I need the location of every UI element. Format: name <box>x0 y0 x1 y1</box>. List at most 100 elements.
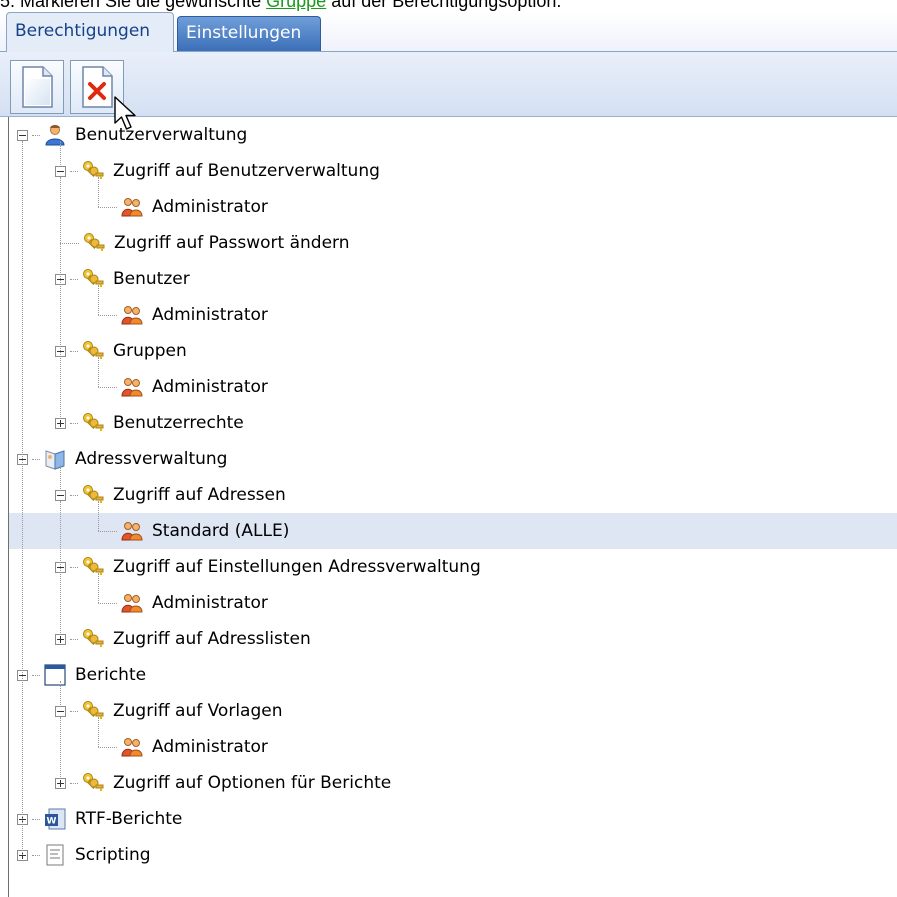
group-icon <box>121 304 143 326</box>
script-icon <box>44 844 66 866</box>
tree-connector <box>70 638 78 640</box>
tree-item-label: Benutzerrechte <box>113 413 244 433</box>
keys-icon <box>82 772 104 794</box>
report-window-icon <box>44 664 66 686</box>
tree-item-label: Administrator <box>152 593 268 613</box>
collapse-icon[interactable] <box>55 705 66 717</box>
tab-strip: Berechtigungen Einstellungen <box>0 12 897 52</box>
tree-item-label: Administrator <box>152 737 268 757</box>
tree-guide-line <box>60 465 61 489</box>
tree-item-label: Zugriff auf Vorlagen <box>113 701 283 721</box>
tree-connector <box>70 170 78 172</box>
expand-icon[interactable] <box>55 633 66 645</box>
keys-icon <box>82 556 104 578</box>
tree-guide-line <box>60 681 61 705</box>
tree-row[interactable]: Administrator <box>9 297 897 333</box>
tree-guide-line <box>22 141 23 855</box>
tree-item-label: Berichte <box>75 665 147 685</box>
tree-guide-line <box>98 285 99 315</box>
tree-connector <box>70 494 78 496</box>
tree-connector <box>98 746 117 748</box>
tree-connector <box>32 674 40 676</box>
tree-connector <box>98 602 117 604</box>
tree-connector <box>32 818 40 820</box>
keys-icon <box>82 628 104 650</box>
tree-row[interactable]: Zugriff auf Benutzerverwaltung <box>9 153 897 189</box>
tree-row[interactable]: Zugriff auf Optionen für Berichte <box>9 765 897 801</box>
keys-icon <box>83 232 105 254</box>
user-admin-icon <box>44 124 66 146</box>
tree-connector <box>98 386 117 388</box>
tree-row[interactable]: Benutzer <box>9 261 897 297</box>
tree-row[interactable]: Scripting <box>9 837 897 873</box>
tree-item-label: Gruppen <box>113 341 187 361</box>
delete-icon <box>82 66 113 108</box>
tree-row[interactable]: Administrator <box>9 729 897 765</box>
new-button[interactable] <box>10 60 64 114</box>
group-icon <box>121 736 143 758</box>
tree-connector <box>32 134 40 136</box>
instruction-link[interactable]: Gruppe <box>266 0 326 11</box>
tree-connector <box>98 206 117 208</box>
tree-row[interactable]: Gruppen <box>9 333 897 369</box>
tree-item-label: Zugriff auf Einstellungen Adressverwaltu… <box>113 557 481 577</box>
keys-icon <box>82 268 104 290</box>
tree-item-label: Zugriff auf Optionen für Berichte <box>113 773 392 793</box>
new-document-icon <box>22 66 53 108</box>
collapse-icon[interactable] <box>55 489 66 501</box>
keys-icon <box>82 340 104 362</box>
tree-row[interactable]: Administrator <box>9 585 897 621</box>
tab-einstellungen[interactable]: Einstellungen <box>177 16 321 51</box>
collapse-icon[interactable] <box>17 129 28 141</box>
mouse-cursor-icon <box>114 96 136 130</box>
tree-row[interactable]: Benutzerrechte <box>9 405 897 441</box>
tree-row[interactable]: Zugriff auf Einstellungen Adressverwaltu… <box>9 549 897 585</box>
tree-item-label: Zugriff auf Passwort ändern <box>114 233 350 253</box>
word-document-icon: W <box>44 808 66 830</box>
keys-icon <box>82 484 104 506</box>
tree-row[interactable]: Administrator <box>9 369 897 405</box>
tab-berechtigungen[interactable]: Berechtigungen <box>6 12 174 52</box>
tree-item-label: Benutzer <box>113 269 190 289</box>
tree-item-label: Administrator <box>152 305 268 325</box>
tree-row[interactable]: W RTF-Berichte <box>9 801 897 837</box>
tree-item-label: Benutzerverwaltung <box>75 125 248 145</box>
tree-connector <box>60 242 79 244</box>
group-icon <box>121 520 143 542</box>
keys-icon <box>82 700 104 722</box>
permission-tree[interactable]: Benutzerverwaltung Zugriff auf Benutzerve… <box>8 117 897 897</box>
tree-guide-line <box>60 177 61 417</box>
address-book-icon <box>44 448 66 470</box>
tree-row[interactable]: Standard (ALLE) <box>9 513 897 549</box>
tree-item-label: Zugriff auf Benutzerverwaltung <box>113 161 380 181</box>
tree-row[interactable]: Zugriff auf Vorlagen <box>9 693 897 729</box>
tree-connector <box>32 458 40 460</box>
instruction-prefix: 5. Markieren Sie die gewünschte <box>0 0 267 11</box>
collapse-icon[interactable] <box>55 165 66 177</box>
tree-guide-line <box>60 501 61 633</box>
tree-row[interactable]: Adressverwaltung <box>9 441 897 477</box>
tree-connector <box>70 566 78 568</box>
tree-item-label: Administrator <box>152 197 268 217</box>
tree-guide-line <box>98 573 99 603</box>
tree-connector <box>98 530 117 532</box>
tree-guide-line <box>98 501 99 531</box>
tree-connector <box>70 782 78 784</box>
tree-connector <box>70 350 78 352</box>
tree-item-label: Adressverwaltung <box>75 449 228 469</box>
tree-item-label: Administrator <box>152 377 268 397</box>
group-icon <box>121 196 143 218</box>
group-icon <box>121 376 143 398</box>
tree-row[interactable]: Administrator <box>9 189 897 225</box>
tree-item-label: Standard (ALLE) <box>152 521 290 541</box>
expand-icon[interactable] <box>55 417 66 429</box>
group-icon <box>121 592 143 614</box>
tree-connector <box>70 278 78 280</box>
tree-row[interactable]: Zugriff auf Passwort ändern <box>9 225 897 261</box>
tree-row[interactable]: Zugriff auf Adresslisten <box>9 621 897 657</box>
keys-icon <box>82 412 104 434</box>
expand-icon[interactable] <box>55 777 66 789</box>
tree-row[interactable]: Zugriff auf Adressen <box>9 477 897 513</box>
tree-item-label: Scripting <box>75 845 151 865</box>
tree-row[interactable]: Berichte <box>9 657 897 693</box>
